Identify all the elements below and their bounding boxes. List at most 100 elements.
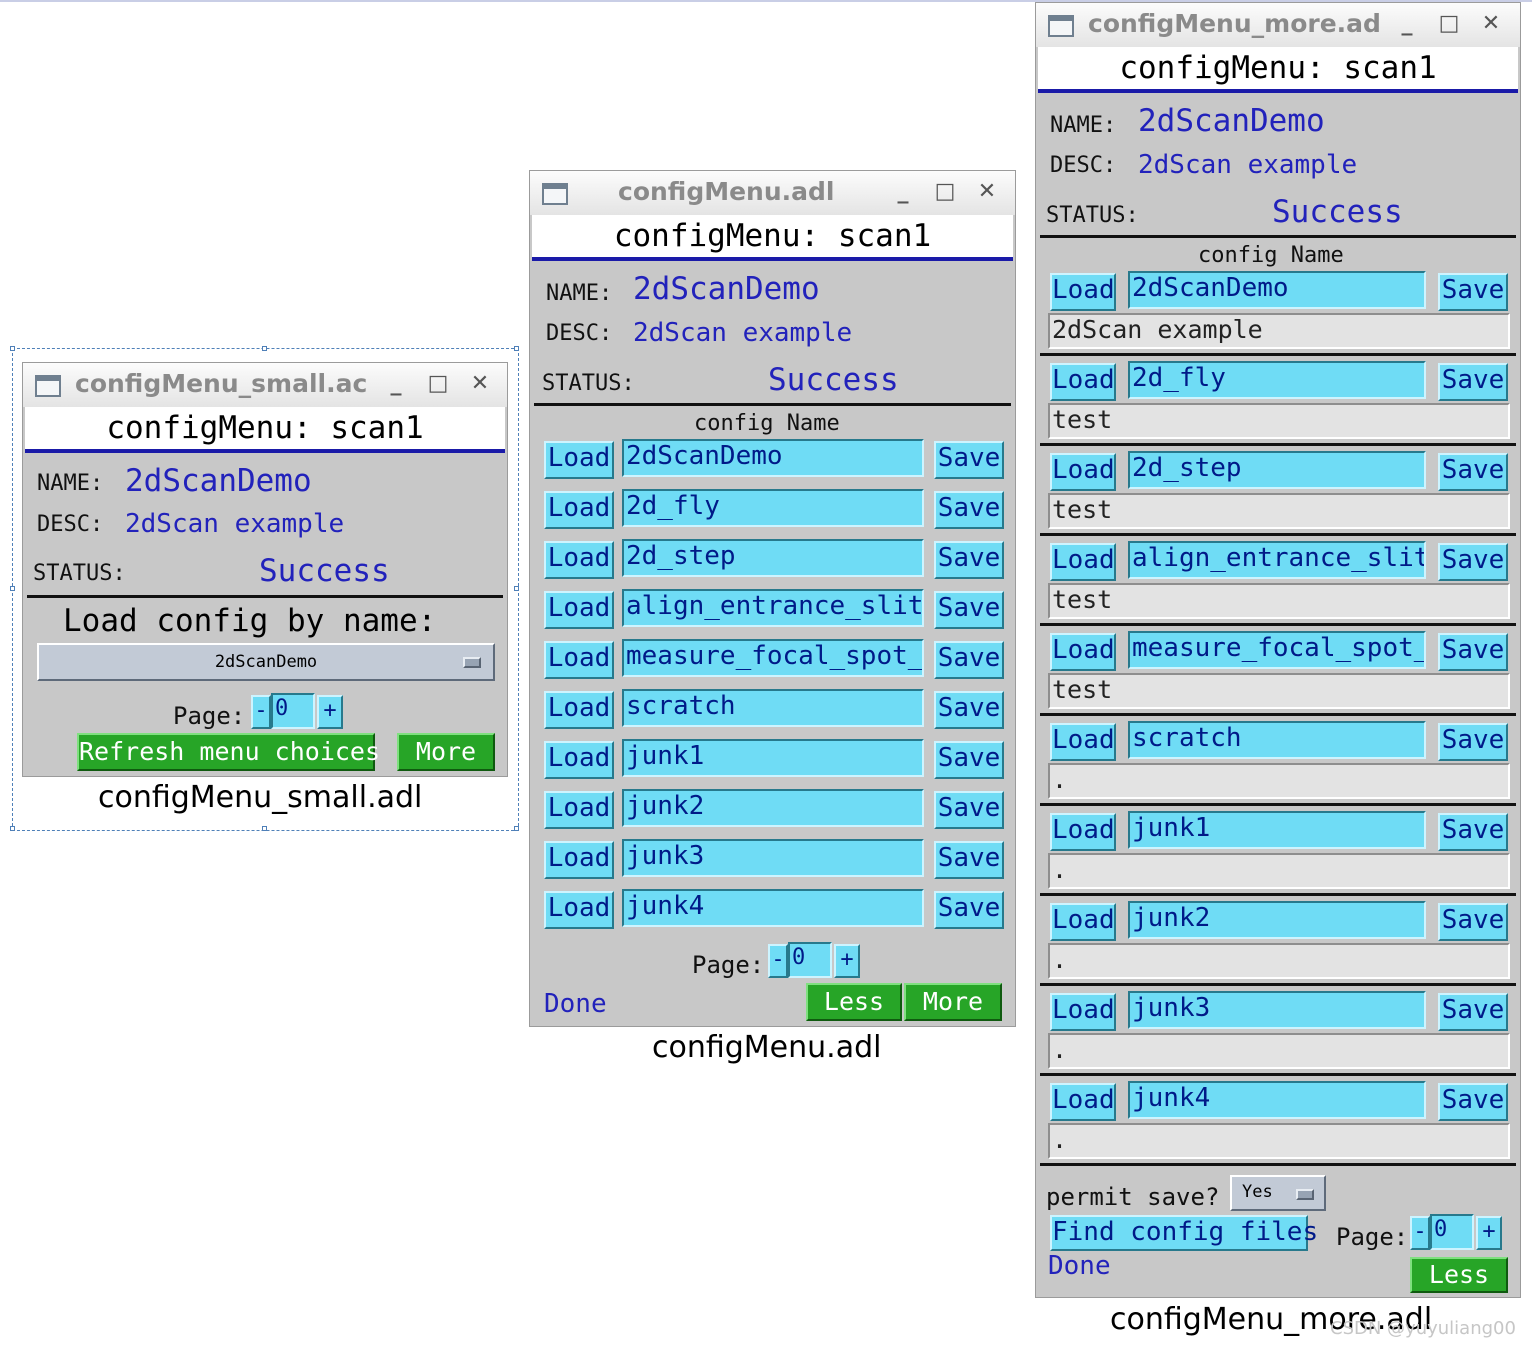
config-name-field[interactable]: 2d_fly xyxy=(622,489,924,527)
config-name-field[interactable]: 2d_step xyxy=(622,539,924,577)
more-button[interactable]: More xyxy=(397,733,495,771)
selection-handle[interactable] xyxy=(514,586,519,591)
save-button[interactable]: Save xyxy=(934,441,1004,479)
config-name-field[interactable]: junk2 xyxy=(1128,901,1426,939)
config-name-field[interactable]: scratch xyxy=(622,689,924,727)
page-minus-button[interactable]: - xyxy=(768,944,788,978)
minimize-icon[interactable]: _ xyxy=(1392,9,1422,39)
load-button[interactable]: Load xyxy=(1050,543,1116,581)
save-button[interactable]: Save xyxy=(1438,633,1508,671)
load-button[interactable]: Load xyxy=(544,491,614,529)
config-name-field[interactable]: measure_focal_spot_si xyxy=(1128,631,1426,669)
config-name-field[interactable]: junk2 xyxy=(622,789,924,827)
load-button[interactable]: Load xyxy=(544,541,614,579)
load-button[interactable]: Load xyxy=(1050,903,1116,941)
config-name-field[interactable]: 2d_fly xyxy=(1128,361,1426,399)
config-name-field[interactable]: junk4 xyxy=(1128,1081,1426,1119)
config-name-field[interactable]: align_entrance_slit xyxy=(622,589,924,627)
page-plus-button[interactable]: + xyxy=(317,695,343,729)
config-name-field[interactable]: junk1 xyxy=(622,739,924,777)
config-desc-field[interactable]: 2dScan example xyxy=(1048,313,1510,349)
save-button[interactable]: Save xyxy=(934,691,1004,729)
minimize-icon[interactable]: _ xyxy=(888,177,918,207)
selection-handle[interactable] xyxy=(10,346,15,351)
page-field[interactable]: 0 xyxy=(788,942,832,978)
save-button[interactable]: Save xyxy=(1438,273,1508,311)
find-config-files-button[interactable]: Find config files xyxy=(1050,1215,1318,1251)
config-menu[interactable]: 2dScanDemo xyxy=(37,643,495,681)
title-bar[interactable]: configMenu_more.ad _ □ ✕ xyxy=(1036,3,1520,47)
close-icon[interactable]: ✕ xyxy=(972,177,1002,207)
config-name-field[interactable]: 2dScanDemo xyxy=(622,439,924,477)
config-desc-field[interactable]: test xyxy=(1048,673,1510,709)
config-name-field[interactable]: junk4 xyxy=(622,889,924,927)
config-name-field[interactable]: align_entrance_slit xyxy=(1128,541,1426,579)
config-desc-field[interactable]: test xyxy=(1048,583,1510,619)
done-link[interactable]: Done xyxy=(1048,1251,1111,1281)
load-button[interactable]: Load xyxy=(1050,363,1116,401)
selection-handle[interactable] xyxy=(514,826,519,831)
save-button[interactable]: Save xyxy=(934,591,1004,629)
load-button[interactable]: Load xyxy=(1050,453,1116,491)
save-button[interactable]: Save xyxy=(1438,453,1508,491)
maximize-icon[interactable]: □ xyxy=(423,369,453,399)
refresh-menu-button[interactable]: Refresh menu choices xyxy=(77,733,380,771)
config-desc-field[interactable]: test xyxy=(1048,493,1510,529)
done-link[interactable]: Done xyxy=(544,989,607,1019)
save-button[interactable]: Save xyxy=(934,891,1004,929)
load-button[interactable]: Load xyxy=(544,591,614,629)
page-field[interactable]: 0 xyxy=(1430,1214,1474,1250)
load-button[interactable]: Load xyxy=(544,741,614,779)
less-button[interactable]: Less xyxy=(1410,1257,1508,1293)
config-name-field[interactable]: measure_focal_spot_si xyxy=(622,639,924,677)
load-button[interactable]: Load xyxy=(544,841,614,879)
close-icon[interactable]: ✕ xyxy=(1476,9,1506,39)
save-button[interactable]: Save xyxy=(934,541,1004,579)
load-button[interactable]: Load xyxy=(1050,993,1116,1031)
config-desc-field[interactable]: . xyxy=(1048,1123,1510,1159)
save-button[interactable]: Save xyxy=(1438,363,1508,401)
page-minus-button[interactable]: - xyxy=(1410,1216,1430,1250)
save-button[interactable]: Save xyxy=(934,641,1004,679)
page-field[interactable]: 0 xyxy=(271,693,315,729)
config-name-field[interactable]: scratch xyxy=(1128,721,1426,759)
load-button[interactable]: Load xyxy=(544,791,614,829)
load-button[interactable]: Load xyxy=(1050,1083,1116,1121)
minimize-icon[interactable]: _ xyxy=(381,369,411,399)
close-icon[interactable]: ✕ xyxy=(465,369,495,399)
load-button[interactable]: Load xyxy=(544,691,614,729)
config-desc-field[interactable]: . xyxy=(1048,1033,1510,1069)
config-name-field[interactable]: junk1 xyxy=(1128,811,1426,849)
load-button[interactable]: Load xyxy=(1050,273,1116,311)
load-button[interactable]: Load xyxy=(1050,723,1116,761)
save-button[interactable]: Save xyxy=(1438,813,1508,851)
save-button[interactable]: Save xyxy=(1438,543,1508,581)
save-button[interactable]: Save xyxy=(1438,903,1508,941)
selection-handle[interactable] xyxy=(10,586,15,591)
less-button[interactable]: Less xyxy=(806,983,902,1021)
permit-save-menu[interactable]: Yes xyxy=(1230,1175,1326,1211)
config-desc-field[interactable]: . xyxy=(1048,763,1510,799)
maximize-icon[interactable]: □ xyxy=(930,177,960,207)
maximize-icon[interactable]: □ xyxy=(1434,9,1464,39)
load-button[interactable]: Load xyxy=(544,641,614,679)
page-plus-button[interactable]: + xyxy=(1476,1216,1502,1250)
save-button[interactable]: Save xyxy=(1438,993,1508,1031)
selection-handle[interactable] xyxy=(10,826,15,831)
title-bar[interactable]: configMenu.adl _ □ ✕ xyxy=(530,171,1015,215)
page-plus-button[interactable]: + xyxy=(834,944,860,978)
selection-handle[interactable] xyxy=(262,826,267,831)
save-button[interactable]: Save xyxy=(1438,723,1508,761)
load-button[interactable]: Load xyxy=(544,891,614,929)
load-button[interactable]: Load xyxy=(1050,633,1116,671)
config-desc-field[interactable]: . xyxy=(1048,853,1510,889)
config-desc-field[interactable]: test xyxy=(1048,403,1510,439)
selection-handle[interactable] xyxy=(514,346,519,351)
config-name-field[interactable]: 2d_step xyxy=(1128,451,1426,489)
load-button[interactable]: Load xyxy=(1050,813,1116,851)
config-name-field[interactable]: junk3 xyxy=(1128,991,1426,1029)
config-name-field[interactable]: 2dScanDemo xyxy=(1128,271,1426,309)
config-desc-field[interactable]: . xyxy=(1048,943,1510,979)
load-button[interactable]: Load xyxy=(544,441,614,479)
page-minus-button[interactable]: - xyxy=(251,695,271,729)
